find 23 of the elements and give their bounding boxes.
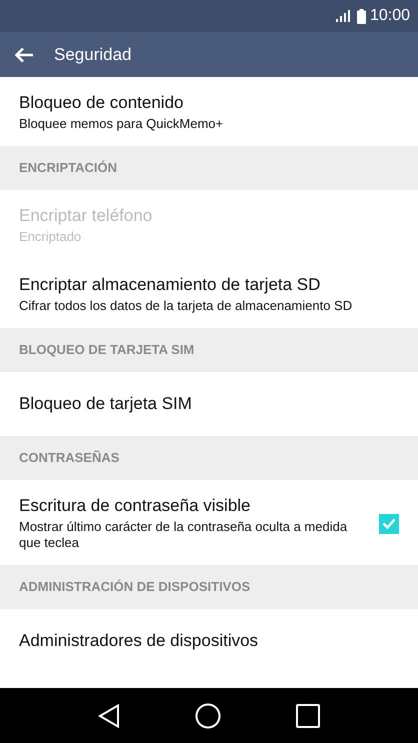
setting-title[interactable]: Escritura de contraseña visible [19, 496, 361, 516]
checkbox[interactable] [379, 514, 399, 534]
back-icon[interactable] [98, 704, 120, 728]
setting-summary: Bloquee memos para QuickMemo+ [19, 116, 224, 132]
setting-summary: Cifrar todos los datos de la tarjeta de almacenamiento SD [19, 298, 354, 314]
setting-title[interactable]: Administradores de dispositivos [19, 631, 399, 651]
setting-title[interactable]: Bloqueo de tarjeta SIM [19, 394, 399, 414]
section-header: ENCRIPTACIÓN [0, 146, 418, 190]
section-header: CONTRASEÑAS [0, 436, 418, 480]
status-time: 10:00 [370, 7, 410, 25]
check-icon [382, 518, 396, 529]
back-arrow-icon[interactable] [14, 46, 34, 62]
setting-title[interactable]: Encriptar almacenamiento de tarjeta SD [19, 275, 399, 295]
section-header: ADMINISTRACIÓN DE DISPOSITIVOS [0, 565, 418, 609]
setting-summary: Mostrar último carácter de la contraseña oculta a medida que teclea [19, 519, 348, 551]
setting-summary: Encriptado [19, 229, 82, 245]
recents-icon[interactable] [296, 704, 320, 728]
section-header: BLOQUEO DE TARJETA SIM [0, 328, 418, 372]
setting-title[interactable]: Bloqueo de contenido [19, 93, 399, 113]
signal-icon [336, 10, 350, 22]
screen-title: Seguridad [54, 44, 132, 64]
battery-icon [356, 8, 366, 24]
home-icon[interactable] [194, 702, 221, 728]
